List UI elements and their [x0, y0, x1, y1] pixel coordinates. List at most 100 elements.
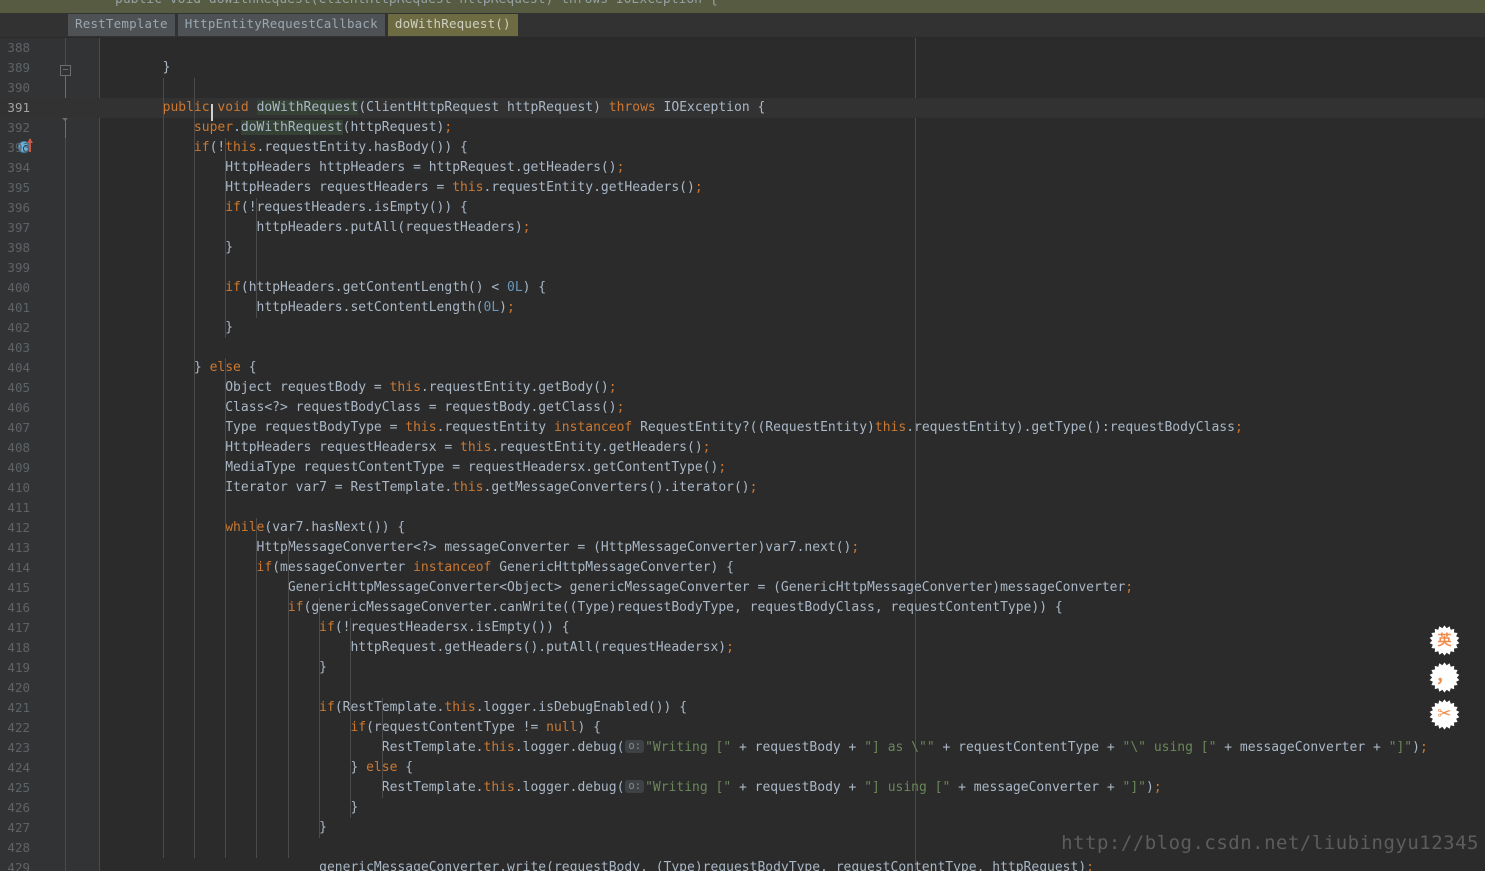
code-line[interactable]: 408 HttpHeaders requestHeadersx = this.r…	[0, 438, 1485, 458]
line-number: 402	[7, 320, 30, 335]
code-text: genericMessageConverter.write(requestBod…	[100, 860, 1094, 871]
code-line[interactable]: 418 httpRequest.getHeaders().putAll(requ…	[0, 638, 1485, 658]
code-line[interactable]: 420	[0, 678, 1485, 698]
ime-punctuation-mode-button-glyph: ，	[1436, 667, 1453, 687]
line-number: 410	[7, 480, 30, 495]
line-number: 399	[7, 260, 30, 275]
code-line[interactable]: 421 if(RestTemplate.this.logger.isDebugE…	[0, 698, 1485, 718]
code-line[interactable]: 400 if(httpHeaders.getContentLength() < …	[0, 278, 1485, 298]
code-line[interactable]: 413 HttpMessageConverter<?> messageConve…	[0, 538, 1485, 558]
code-line[interactable]: 415 GenericHttpMessageConverter<Object> …	[0, 578, 1485, 598]
code-line[interactable]: 414 if(messageConverter instanceof Gener…	[0, 558, 1485, 578]
line-number: 413	[7, 540, 30, 555]
line-number: 404	[7, 360, 30, 375]
line-number: 397	[7, 220, 30, 235]
code-line[interactable]: 389 }	[0, 58, 1485, 78]
code-line[interactable]: 405 Object requestBody = this.requestEnt…	[0, 378, 1485, 398]
code-line[interactable]: 396 if(!requestHeaders.isEmpty()) {	[0, 198, 1485, 218]
code-line[interactable]: 392 super.doWithRequest(httpRequest);	[0, 118, 1485, 138]
clipped-code-text: public void doWithRequest(ClientHttpRequ…	[115, 0, 718, 7]
ime-language-mode-button-glyph: 英	[1437, 632, 1452, 649]
code-line[interactable]: 393 if(!this.requestEntity.hasBody()) {	[0, 138, 1485, 158]
code-line[interactable]: 398 }	[0, 238, 1485, 258]
line-number: 406	[7, 400, 30, 415]
line-number: 420	[7, 680, 30, 695]
indent-guide	[318, 598, 320, 838]
code-line[interactable]: 390	[0, 78, 1485, 98]
line-number: 396	[7, 200, 30, 215]
ime-punctuation-mode-button[interactable]: ，	[1429, 662, 1460, 693]
indent-guide	[381, 698, 383, 798]
line-number: 390	[7, 80, 30, 95]
code-text: }	[100, 60, 171, 75]
code-line[interactable]: 404 } else {	[0, 358, 1485, 378]
code-line[interactable]: 422 if(requestContentType != null) {	[0, 718, 1485, 738]
text-caret	[211, 104, 213, 121]
code-text: while(var7.hasNext()) {	[225, 520, 406, 535]
code-line[interactable]: 399	[0, 258, 1485, 278]
code-line[interactable]: 394 HttpHeaders httpHeaders = httpReques…	[0, 158, 1485, 178]
ime-language-mode-button[interactable]: 英	[1429, 625, 1460, 656]
code-line[interactable]: 410 Iterator var7 = RestTemplate.this.ge…	[0, 478, 1485, 498]
line-number: 395	[7, 180, 30, 195]
code-line[interactable]: 411	[0, 498, 1485, 518]
watermark-url: http://blog.csdn.net/liubingyu12345	[1061, 832, 1479, 854]
code-line[interactable]: 416 if(genericMessageConverter.canWrite(…	[0, 598, 1485, 618]
code-text: httpHeaders.putAll(requestHeaders);	[100, 220, 531, 235]
code-line[interactable]: 395 HttpHeaders requestHeaders = this.re…	[0, 178, 1485, 198]
ime-floating-toolbar[interactable]: 英 ， ✂	[1429, 625, 1461, 736]
ime-toolbox-button[interactable]: ✂	[1429, 699, 1460, 730]
code-line[interactable]: 391 public void doWithRequest(ClientHttp…	[0, 98, 1485, 118]
code-text: GenericHttpMessageConverter<Object> gene…	[100, 580, 1134, 595]
line-number: 408	[7, 440, 30, 455]
code-line[interactable]: 401 httpHeaders.setContentLength(0L);	[0, 298, 1485, 318]
breadcrumb-item-2[interactable]: doWithRequest()	[387, 14, 518, 36]
line-number: 428	[7, 840, 30, 855]
code-line[interactable]: 409 MediaType requestContentType = reque…	[0, 458, 1485, 478]
indent-guide	[256, 518, 258, 858]
code-line[interactable]: 403	[0, 338, 1485, 358]
line-number: 427	[7, 820, 30, 835]
code-text: if(!requestHeaders.isEmpty()) {	[225, 200, 468, 215]
code-line[interactable]: 423 RestTemplate.this.logger.debug(o: "Wr…	[0, 738, 1485, 758]
line-number: 423	[7, 740, 30, 755]
code-text: public void doWithRequest(ClientHttpRequ…	[162, 100, 766, 115]
code-line[interactable]: 417 if(!requestHeadersx.isEmpty()) {	[0, 618, 1485, 638]
code-line[interactable]: 388	[0, 38, 1485, 58]
code-text: if(!this.requestEntity.hasBody()) {	[193, 140, 468, 155]
line-number: 398	[7, 240, 30, 255]
code-text: if(httpHeaders.getContentLength() < 0L) …	[225, 280, 547, 295]
code-line[interactable]: 424 } else {	[0, 758, 1485, 778]
breadcrumb: RestTemplate HttpEntityRequestCallback doW…	[0, 13, 1485, 37]
indent-guide	[256, 198, 258, 318]
breadcrumb-item-0[interactable]: RestTemplate	[68, 14, 175, 36]
code-line[interactable]: 419 }	[0, 658, 1485, 678]
code-line[interactable]: 429 genericMessageConverter.write(reques…	[0, 858, 1485, 871]
indent-guide	[225, 138, 227, 338]
code-text: Class<?> requestBodyClass = requestBody.…	[100, 400, 625, 415]
code-line[interactable]: 426 }	[0, 798, 1485, 818]
line-number: 425	[7, 780, 30, 795]
code-line[interactable]: 397 httpHeaders.putAll(requestHeaders);	[0, 218, 1485, 238]
indent-guide	[162, 78, 164, 858]
code-line[interactable]: 407 Type requestBodyType = this.requestE…	[0, 418, 1485, 438]
code-line[interactable]: 406 Class<?> requestBodyClass = requestB…	[0, 398, 1485, 418]
code-text: } else {	[100, 360, 257, 375]
code-line[interactable]: 402 }	[0, 318, 1485, 338]
breadcrumb-item-1[interactable]: HttpEntityRequestCallback	[177, 14, 385, 36]
line-number: 393	[7, 140, 30, 155]
line-number: 392	[7, 120, 30, 135]
line-number: 401	[7, 300, 30, 315]
line-number: 414	[7, 560, 30, 575]
code-line[interactable]: 412 while(var7.hasNext()) {	[0, 518, 1485, 538]
code-editor[interactable]: – – 388389 }390391 public void doWithReq…	[0, 38, 1485, 871]
line-number: 424	[7, 760, 30, 775]
line-number: 415	[7, 580, 30, 595]
line-number: 388	[7, 40, 30, 55]
code-line[interactable]: 425 RestTemplate.this.logger.debug(o: "Wr…	[0, 778, 1485, 798]
line-number: 416	[7, 600, 30, 615]
line-number: 389	[7, 60, 30, 75]
line-number: 419	[7, 660, 30, 675]
indent-guide	[193, 78, 195, 858]
indent-guide	[287, 538, 289, 858]
